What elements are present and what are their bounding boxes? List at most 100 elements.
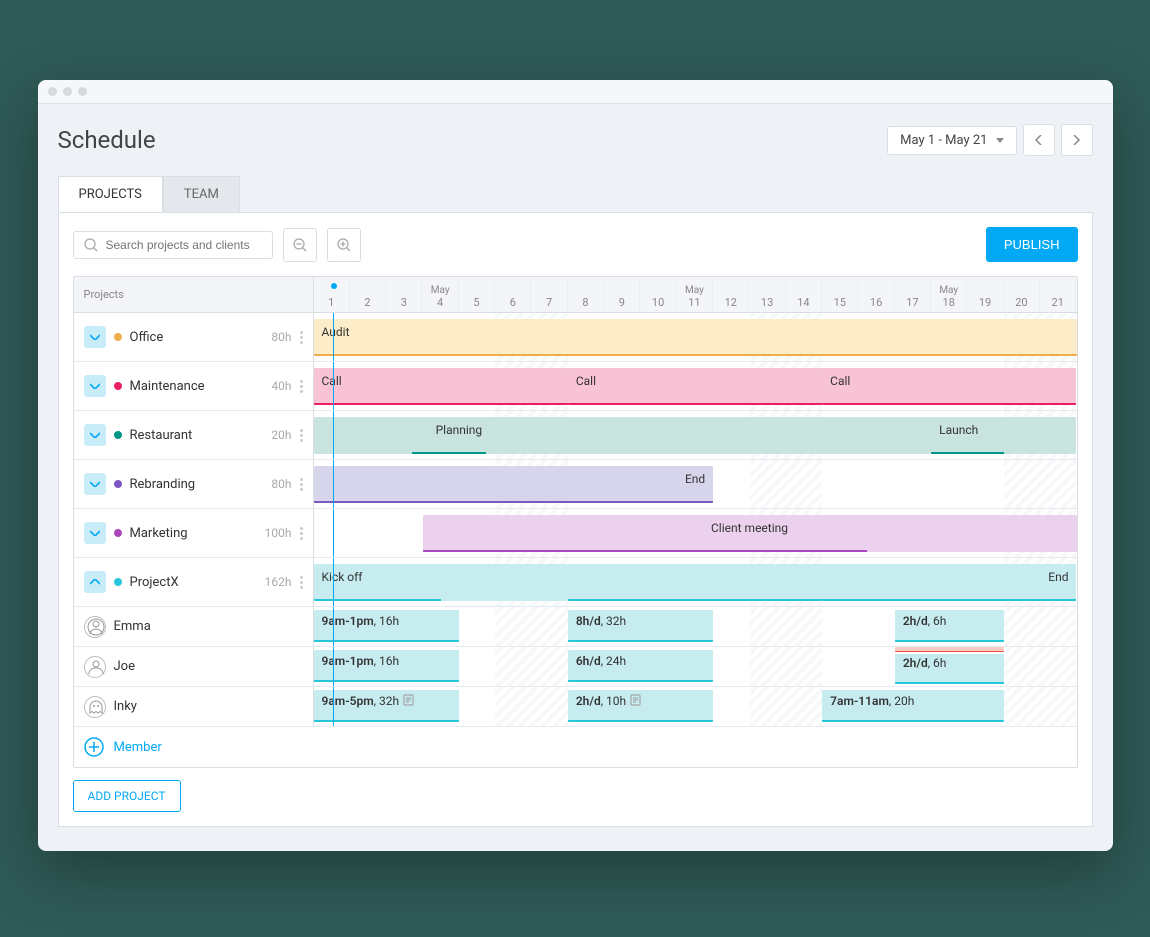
project-row: Office 80h Audit <box>74 313 1077 362</box>
drag-handle-icon[interactable] <box>300 429 303 442</box>
milestone-bar[interactable]: Kick off <box>314 564 568 601</box>
milestone-bar[interactable]: Planning <box>314 417 932 454</box>
day-header: 15 <box>822 277 858 312</box>
tab-team[interactable]: TEAM <box>163 176 240 212</box>
schedule-grid: Projects 123May45678910May11121314151617… <box>73 276 1078 768</box>
member-name: Inky <box>114 699 303 714</box>
expand-toggle[interactable] <box>84 522 106 544</box>
project-timeline: CallCallCall <box>314 362 1077 410</box>
project-hours: 80h <box>271 330 291 344</box>
day-header: 13 <box>749 277 785 312</box>
window-titlebar <box>38 80 1113 104</box>
add-project-button[interactable]: ADD PROJECT <box>73 780 181 812</box>
milestone-bar[interactable]: End <box>822 564 1076 601</box>
projects-column-header: Projects <box>74 277 314 312</box>
day-header: May4 <box>422 277 458 312</box>
milestone-bar[interactable]: Call <box>822 368 1076 405</box>
day-header: 14 <box>786 277 822 312</box>
drag-handle-icon[interactable] <box>300 576 303 589</box>
drag-handle-icon[interactable] <box>300 331 303 344</box>
assignment-bar[interactable]: 9am-1pm, 16h <box>314 650 459 682</box>
date-range-picker[interactable]: May 1 - May 21 <box>887 126 1016 155</box>
publish-button[interactable]: PUBLISH <box>986 227 1078 262</box>
search-input-wrapper[interactable] <box>73 231 273 259</box>
project-name: Maintenance <box>130 379 264 394</box>
chevron-down-icon <box>90 432 100 438</box>
chevron-down-icon <box>90 530 100 536</box>
project-name: Marketing <box>130 526 257 541</box>
day-header: 1 <box>314 277 350 312</box>
expand-toggle[interactable] <box>84 571 106 593</box>
expand-toggle[interactable] <box>84 473 106 495</box>
app-window: Schedule May 1 - May 21 PROJECTS TEAM <box>38 80 1113 851</box>
expand-toggle[interactable] <box>84 424 106 446</box>
zoom-out-button[interactable] <box>283 228 317 262</box>
day-header: 7 <box>531 277 567 312</box>
plus-circle-icon <box>84 737 104 757</box>
project-hours: 80h <box>271 477 291 491</box>
project-color-dot <box>114 578 122 586</box>
day-header: 12 <box>713 277 749 312</box>
member-timeline: 9am-1pm, 16h 8h/d, 32h 2h/d, 6h <box>314 607 1077 646</box>
member-name: Joe <box>114 659 303 674</box>
assignment-bar[interactable]: 2h/d, 6h <box>895 610 1004 642</box>
milestone-bar[interactable]: End <box>314 466 714 503</box>
day-header: 6 <box>495 277 531 312</box>
project-row: Restaurant 20h PlanningLaunch <box>74 411 1077 460</box>
milestone-bar[interactable] <box>568 564 822 601</box>
tab-projects[interactable]: PROJECTS <box>58 176 163 212</box>
drag-handle-icon[interactable] <box>300 527 303 540</box>
day-header: May18 <box>931 277 967 312</box>
project-name: Office <box>130 330 264 345</box>
chevron-down-icon <box>90 334 100 340</box>
assignment-bar[interactable]: 2h/d, 6h <box>895 654 1004 684</box>
member-row: Emma9am-1pm, 16h8h/d, 32h2h/d, 6h <box>74 607 1077 647</box>
milestone-bar[interactable]: Call <box>314 368 568 405</box>
drag-handle-icon[interactable] <box>300 478 303 491</box>
day-header: 9 <box>604 277 640 312</box>
project-row: Maintenance 40h CallCallCall <box>74 362 1077 411</box>
project-hours: 40h <box>271 379 291 393</box>
project-name: Restaurant <box>130 428 264 443</box>
project-hours: 100h <box>265 526 292 540</box>
day-header: 17 <box>895 277 931 312</box>
overbooked-strip <box>895 647 1004 652</box>
project-name: Rebranding <box>130 477 264 492</box>
milestone-bar[interactable]: Launch <box>931 417 1076 454</box>
prev-range-button[interactable] <box>1023 124 1055 156</box>
milestone-bar[interactable]: Call <box>568 368 822 405</box>
project-timeline: Audit <box>314 313 1077 361</box>
page-title: Schedule <box>58 126 888 154</box>
project-hours: 162h <box>265 575 292 589</box>
project-row: Rebranding 80h End <box>74 460 1077 509</box>
search-icon <box>84 238 98 252</box>
add-member-label: Member <box>114 740 162 755</box>
project-color-dot <box>114 480 122 488</box>
project-color-dot <box>114 382 122 390</box>
zoom-in-button[interactable] <box>327 228 361 262</box>
assignment-bar[interactable]: 6h/d, 24h <box>568 650 713 682</box>
chevron-right-icon <box>1073 135 1080 145</box>
member-timeline: 9am-5pm, 32h 2h/d, 10h 7am-11am, 20h <box>314 687 1077 726</box>
now-marker-icon <box>331 283 337 289</box>
member-timeline: 9am-1pm, 16h 6h/d, 24h 2h/d, 6h <box>314 647 1077 686</box>
expand-toggle[interactable] <box>84 375 106 397</box>
expand-toggle[interactable] <box>84 326 106 348</box>
drag-handle-icon[interactable] <box>300 380 303 393</box>
add-member-button[interactable]: Member <box>74 727 1077 767</box>
assignment-bar[interactable]: 8h/d, 32h <box>568 610 713 642</box>
day-header: May11 <box>677 277 713 312</box>
day-header: 8 <box>568 277 604 312</box>
assignment-bar[interactable]: 7am-11am, 20h <box>822 690 1004 722</box>
note-icon <box>630 694 641 706</box>
next-range-button[interactable] <box>1061 124 1093 156</box>
milestone-bar[interactable]: Client meeting <box>423 515 1077 552</box>
day-header: 21 <box>1040 277 1076 312</box>
caret-down-icon <box>996 138 1004 143</box>
project-hours: 20h <box>271 428 291 442</box>
assignment-bar[interactable]: 9am-5pm, 32h <box>314 690 459 722</box>
assignment-bar[interactable]: 9am-1pm, 16h <box>314 610 459 642</box>
search-input[interactable] <box>106 238 262 252</box>
assignment-bar[interactable]: 2h/d, 10h <box>568 690 713 722</box>
milestone-bar[interactable]: Audit <box>314 319 1077 356</box>
